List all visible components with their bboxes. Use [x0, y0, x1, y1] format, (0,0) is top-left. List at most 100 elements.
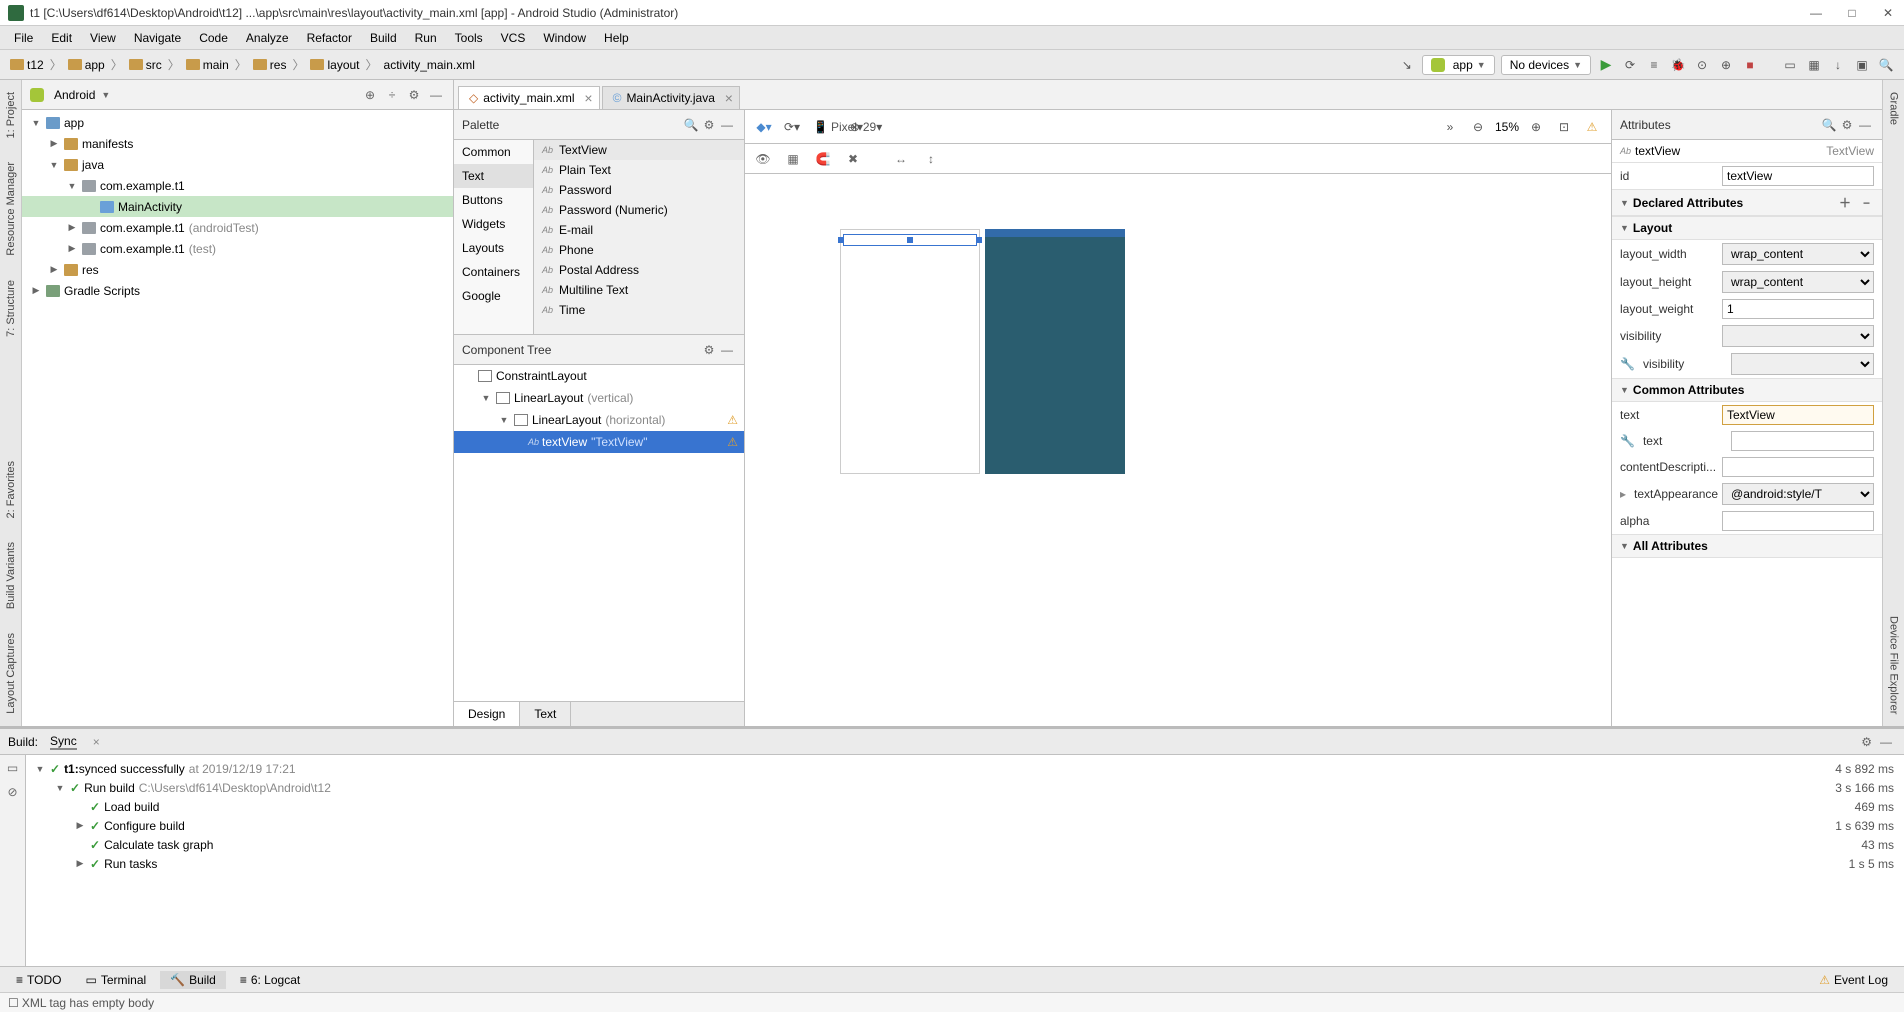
component-node[interactable]: ConstraintLayout	[454, 365, 744, 387]
breadcrumb[interactable]: src	[125, 58, 166, 72]
layout-width-select[interactable]: wrap_content	[1722, 243, 1874, 265]
breadcrumb-file[interactable]: activity_main.xml	[380, 58, 479, 72]
component-tree[interactable]: ConstraintLayout▼LinearLayout(vertical)▼…	[454, 365, 744, 701]
menu-navigate[interactable]: Navigate	[126, 29, 189, 47]
breadcrumb[interactable]: res	[249, 58, 291, 72]
api-select-button[interactable]: ⊗29▾	[855, 116, 877, 138]
palette-category[interactable]: Common	[454, 140, 533, 164]
scroll-to-source-button[interactable]: ⊕	[361, 86, 379, 104]
toggle-grid-button[interactable]: ▦	[783, 149, 803, 169]
attr-declared-section[interactable]: ▼Declared Attributes＋−	[1612, 189, 1882, 216]
autoconnect-button[interactable]: 🧲	[813, 149, 833, 169]
menu-tools[interactable]: Tools	[447, 29, 491, 47]
toggle-view-button[interactable]: ▭	[4, 759, 22, 777]
tool-device-explorer[interactable]: Device File Explorer	[1886, 610, 1902, 720]
view-options-button[interactable]: 👁	[753, 149, 773, 169]
palette-item[interactable]: AbPostal Address	[534, 260, 744, 280]
component-node[interactable]: ▼LinearLayout(vertical)	[454, 387, 744, 409]
orientation-button[interactable]: ⟳▾	[781, 116, 803, 138]
project-view-label[interactable]: Android	[54, 88, 95, 102]
project-node[interactable]: ▶res	[22, 259, 453, 280]
close-button[interactable]: ✕	[1880, 5, 1896, 21]
palette-item[interactable]: AbE-mail	[534, 220, 744, 240]
text-appearance-select[interactable]: @android:style/T	[1722, 483, 1874, 505]
surface-select-button[interactable]: ◆▾	[753, 116, 775, 138]
tool-todo[interactable]: ≡ TODO	[6, 971, 71, 989]
menu-file[interactable]: File	[6, 29, 41, 47]
palette-category[interactable]: Layouts	[454, 236, 533, 260]
palette-category[interactable]: Containers	[454, 260, 533, 284]
add-attr-button[interactable]: ＋	[1835, 194, 1855, 211]
tool-build-variants[interactable]: Build Variants	[3, 536, 19, 615]
profile-button[interactable]: ⊙	[1690, 53, 1714, 77]
project-node[interactable]: ▶manifests	[22, 133, 453, 154]
pack-button[interactable]: ↕	[921, 149, 941, 169]
palette-category[interactable]: Text	[454, 164, 533, 188]
tree-settings-button[interactable]: ⚙	[700, 343, 718, 357]
collapse-all-button[interactable]: ÷	[383, 86, 401, 104]
close-tab-icon[interactable]: ×	[725, 90, 733, 106]
palette-item[interactable]: AbTextView	[534, 140, 744, 160]
palette-category[interactable]: Widgets	[454, 212, 533, 236]
build-node[interactable]: ▶✓Configure build1 s 639 ms	[26, 816, 1904, 835]
make-button[interactable]: ↘	[1395, 53, 1419, 77]
zoom-out-button[interactable]: ⊖	[1467, 116, 1489, 138]
filter-button[interactable]: ⊘	[4, 783, 22, 801]
design-surface[interactable]	[745, 174, 1611, 726]
palette-category[interactable]: Buttons	[454, 188, 533, 212]
warnings-button[interactable]: ⚠	[1581, 116, 1603, 138]
text-tab[interactable]: Text	[520, 702, 571, 726]
build-node[interactable]: ▶✓Run tasks1 s 5 ms	[26, 854, 1904, 873]
menu-analyze[interactable]: Analyze	[238, 29, 297, 47]
tool-resource-manager[interactable]: Resource Manager	[3, 156, 19, 262]
tools-text-input[interactable]	[1731, 431, 1874, 451]
device-select-button[interactable]: 📱Pixel▾	[827, 116, 849, 138]
tool-gradle[interactable]: Gradle	[1886, 86, 1902, 131]
apply-changes-button[interactable]: ⟳	[1618, 53, 1642, 77]
visibility-select[interactable]	[1722, 325, 1874, 347]
build-node[interactable]: ✓Load build469 ms	[26, 797, 1904, 816]
clear-constraints-button[interactable]: ✖	[843, 149, 863, 169]
tool-build[interactable]: 🔨 Build	[160, 971, 226, 989]
palette-items[interactable]: AbTextViewAbPlain TextAbPasswordAbPasswo…	[534, 140, 744, 334]
tool-event-log[interactable]: ⚠ Event Log	[1809, 971, 1898, 989]
tab-activity-main[interactable]: ◇activity_main.xml×	[458, 86, 600, 109]
default-margins-button[interactable]: ↔	[891, 149, 911, 169]
tool-layout-captures[interactable]: Layout Captures	[3, 627, 19, 720]
layout-weight-input[interactable]	[1722, 299, 1874, 319]
sync-gradle-button[interactable]: ↓	[1826, 53, 1850, 77]
build-node[interactable]: ✓Calculate task graph43 ms	[26, 835, 1904, 854]
attr-id-input[interactable]	[1722, 166, 1874, 186]
build-settings-button[interactable]: ⚙	[1857, 735, 1876, 749]
breadcrumb-root[interactable]: t12	[6, 58, 48, 72]
build-node[interactable]: ▼✓t1: synced successfullyat 2019/12/19 1…	[26, 759, 1904, 778]
attach-debugger-button[interactable]: ⊕	[1714, 53, 1738, 77]
menu-vcs[interactable]: VCS	[493, 29, 534, 47]
debug-button[interactable]: 🐞	[1666, 53, 1690, 77]
palette-category[interactable]: Google	[454, 284, 533, 308]
sdk-manager-button[interactable]: ▦	[1802, 53, 1826, 77]
menu-window[interactable]: Window	[535, 29, 594, 47]
zoom-in-button[interactable]: ⊕	[1525, 116, 1547, 138]
attr-common-section[interactable]: ▼Common Attributes	[1612, 378, 1882, 402]
breadcrumb[interactable]: app	[64, 58, 109, 72]
project-node[interactable]: ▶com.example.t1(androidTest)	[22, 217, 453, 238]
tools-visibility-select[interactable]	[1731, 353, 1874, 375]
menu-run[interactable]: Run	[407, 29, 445, 47]
palette-search-button[interactable]: 🔍	[682, 118, 700, 132]
remove-attr-button[interactable]: −	[1859, 196, 1874, 210]
tree-hide-button[interactable]: —	[718, 343, 736, 357]
project-structure-button[interactable]: ▣	[1850, 53, 1874, 77]
project-node[interactable]: MainActivity	[22, 196, 453, 217]
tool-favorites[interactable]: 2: Favorites	[3, 455, 19, 524]
palette-item[interactable]: AbPhone	[534, 240, 744, 260]
attr-search-button[interactable]: 🔍	[1820, 118, 1838, 132]
breadcrumb[interactable]: layout	[306, 58, 363, 72]
menu-edit[interactable]: Edit	[43, 29, 80, 47]
menu-refactor[interactable]: Refactor	[299, 29, 360, 47]
hide-button[interactable]: —	[427, 86, 445, 104]
build-tab-close[interactable]: ×	[89, 735, 104, 749]
component-node[interactable]: AbtextView"TextView"⚠	[454, 431, 744, 453]
search-everywhere-button[interactable]: 🔍	[1874, 53, 1898, 77]
maximize-button[interactable]: □	[1844, 5, 1860, 21]
